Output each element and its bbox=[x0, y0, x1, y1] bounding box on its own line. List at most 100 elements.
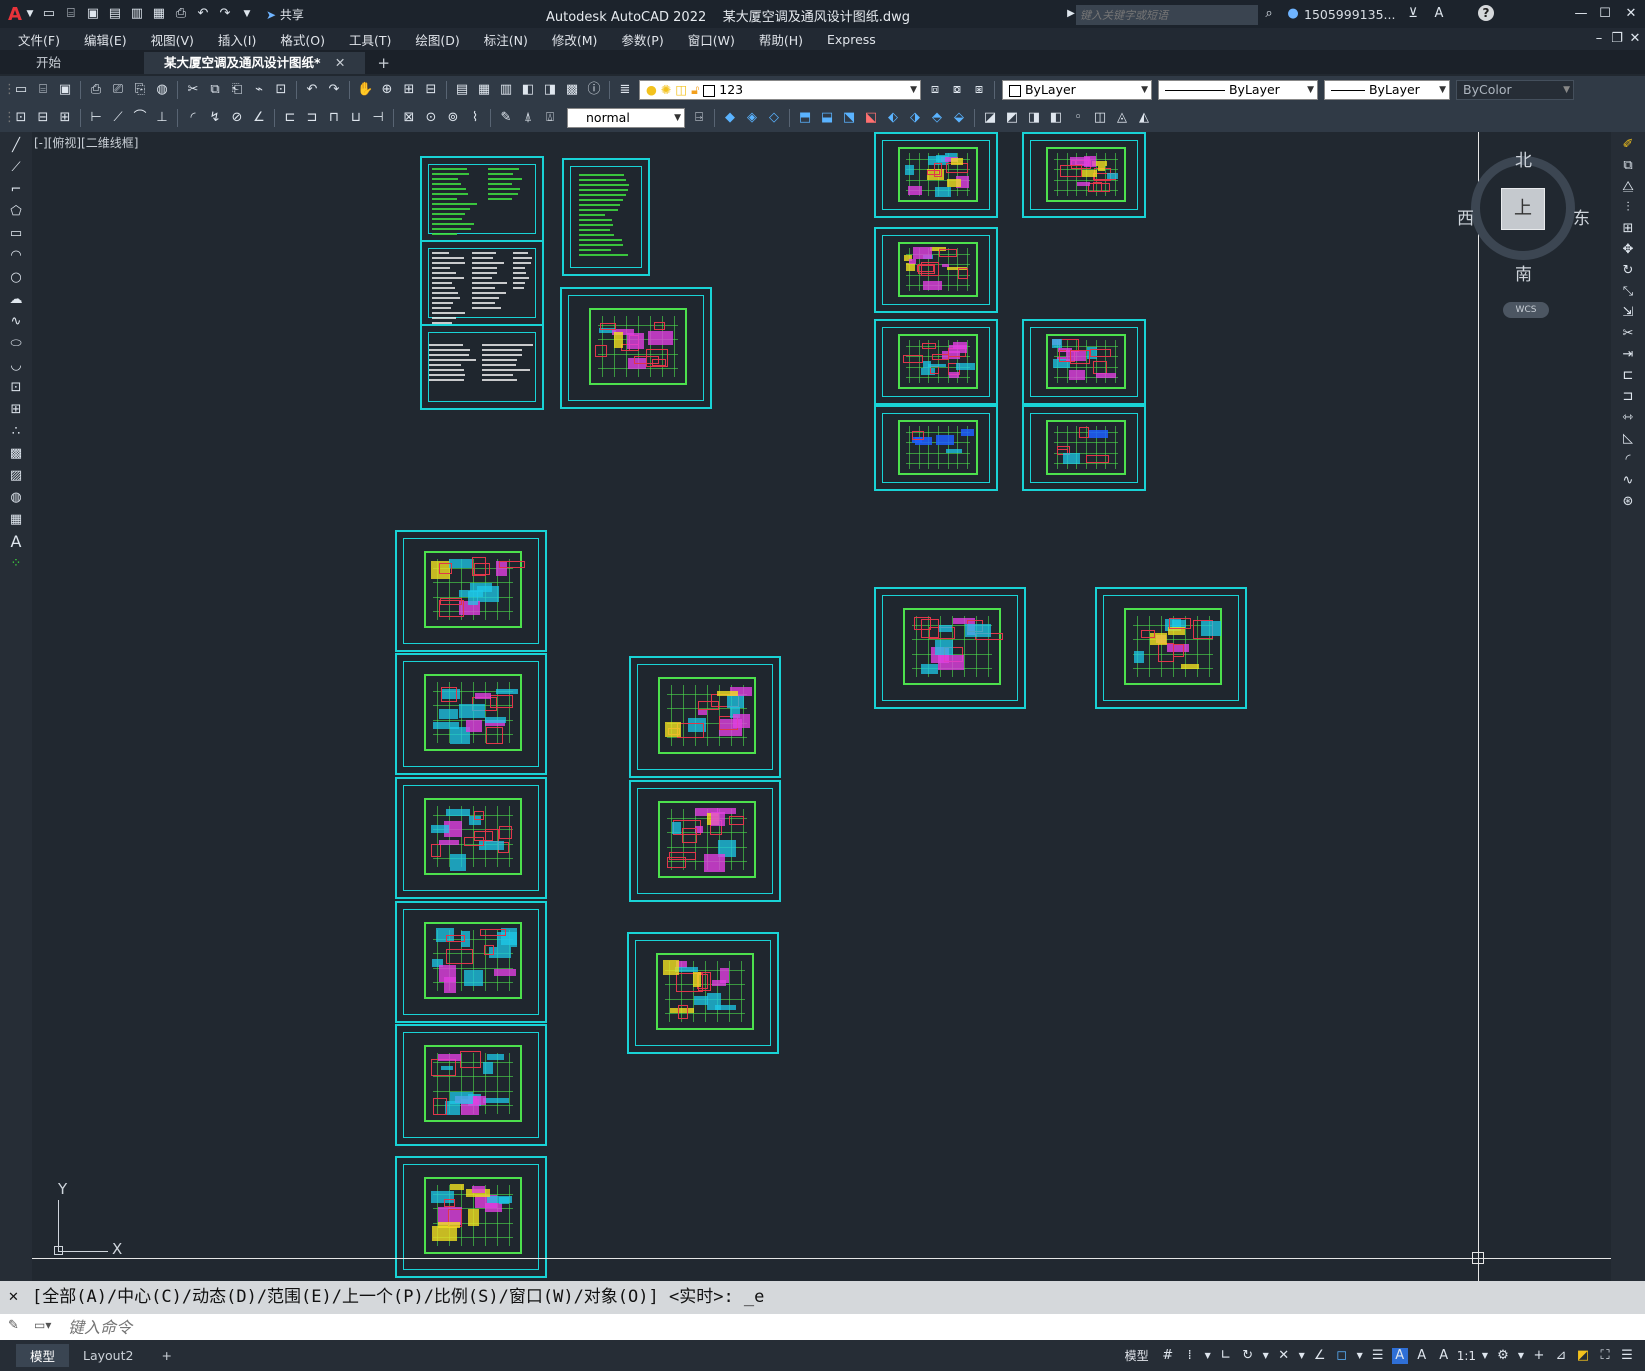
viewport-controls[interactable]: [-][俯视][二维线框] bbox=[34, 134, 138, 151]
grid-icon[interactable]: # bbox=[1160, 1348, 1176, 1364]
drawing-sheet[interactable] bbox=[395, 653, 547, 775]
tab-document[interactable]: 某大厦空调及通风设计图纸* ✕ bbox=[144, 52, 366, 74]
move-icon[interactable]: ✥ bbox=[1620, 242, 1636, 258]
plot-preview-icon[interactable]: ⎚ bbox=[110, 82, 126, 98]
tolerance-icon[interactable]: ⊠ bbox=[401, 110, 417, 126]
open-folder-icon[interactable]: ⌸ bbox=[63, 6, 79, 22]
dim-update-icon[interactable]: ⍍ bbox=[542, 110, 558, 126]
workspace-gear-icon[interactable]: ⚙ bbox=[1495, 1348, 1511, 1364]
union-icon[interactable]: ⬔ bbox=[841, 110, 857, 126]
help-button[interactable]: ? bbox=[1478, 5, 1494, 21]
cart-icon[interactable]: ⊻ bbox=[1405, 6, 1421, 22]
linetype-dropdown[interactable]: ByLayer ▼ bbox=[1158, 80, 1318, 100]
slice-icon[interactable]: ⬗ bbox=[907, 110, 923, 126]
jogged-linear-icon[interactable]: ⌇ bbox=[467, 110, 483, 126]
open-icon[interactable]: ⌸ bbox=[35, 82, 51, 98]
menu-edit[interactable]: 编辑(E) bbox=[72, 30, 139, 49]
command-prompt-icon[interactable]: ▭▾ bbox=[34, 1318, 51, 1332]
menu-tools[interactable]: 工具(T) bbox=[337, 30, 403, 49]
sheet-set-icon[interactable]: ◧ bbox=[520, 82, 536, 98]
explode-icon[interactable]: ⊛ bbox=[1620, 494, 1636, 510]
pan-icon[interactable]: ✋ bbox=[357, 82, 373, 98]
compass-west[interactable]: 西 bbox=[1457, 204, 1474, 229]
save-icon[interactable]: ▣ bbox=[85, 6, 101, 22]
face-extrude-icon[interactable]: ◪ bbox=[982, 110, 998, 126]
layout-tab-model[interactable]: 模型 bbox=[16, 1344, 70, 1367]
table-icon[interactable]: ▦ bbox=[8, 512, 24, 528]
fullscreen-icon[interactable]: ⛶ bbox=[1597, 1348, 1613, 1364]
tab-close-icon[interactable]: ✕ bbox=[335, 55, 345, 70]
units-icon[interactable]: ⊿ bbox=[1553, 1348, 1569, 1364]
maximize-icon[interactable]: ☐ bbox=[1597, 6, 1613, 22]
doc-close-icon[interactable]: ✕ bbox=[1627, 31, 1643, 47]
new-tab-button[interactable]: + bbox=[365, 52, 402, 74]
face-offset-icon[interactable]: ◨ bbox=[1026, 110, 1042, 126]
scale-icon[interactable]: ⤡ bbox=[1620, 284, 1636, 300]
doc-restore-icon[interactable]: ❐ bbox=[1609, 31, 1625, 47]
zoom-realtime-icon[interactable]: ⊕ bbox=[379, 82, 395, 98]
add-selected-icon[interactable]: ⁘ bbox=[8, 556, 24, 572]
subtract-icon[interactable]: ⬕ bbox=[863, 110, 879, 126]
solid-cone-icon[interactable]: ◇ bbox=[766, 110, 782, 126]
add-scale-icon[interactable]: + bbox=[1531, 1348, 1547, 1364]
menu-draw[interactable]: 绘图(D) bbox=[403, 30, 471, 49]
stretch-icon[interactable]: ⇲ bbox=[1620, 305, 1636, 321]
angular-dim-icon[interactable]: ∠ bbox=[251, 110, 267, 126]
continue-dim-icon[interactable]: ⊓ bbox=[326, 110, 342, 126]
annotation-scale-value[interactable]: 1:1 bbox=[1457, 1349, 1476, 1363]
spline-icon[interactable]: ∿ bbox=[8, 314, 24, 330]
gradient-icon[interactable]: ▨ bbox=[8, 468, 24, 484]
polyline-icon[interactable]: ⌐ bbox=[8, 182, 24, 198]
properties-icon[interactable]: ▤ bbox=[454, 82, 470, 98]
close-icon[interactable]: ✕ bbox=[1623, 6, 1639, 22]
copy-icon[interactable]: ⧉ bbox=[207, 82, 223, 98]
add-layout-button[interactable]: + bbox=[147, 1346, 185, 1365]
dim-break-icon[interactable]: ⊣ bbox=[370, 110, 386, 126]
drawing-sheet[interactable] bbox=[627, 932, 779, 1054]
menu-modify[interactable]: 修改(M) bbox=[540, 30, 610, 49]
cut-icon[interactable]: ✂ bbox=[185, 82, 201, 98]
wcs-menu[interactable]: WCS bbox=[1503, 302, 1549, 318]
dim-edit-icon[interactable]: ✎ bbox=[498, 110, 514, 126]
customize-icon[interactable]: ▼ bbox=[239, 6, 255, 22]
help-circle-icon[interactable]: ⓘ bbox=[586, 82, 602, 98]
menu-window[interactable]: 窗口(W) bbox=[676, 30, 747, 49]
drawing-sheet[interactable] bbox=[874, 132, 998, 218]
search-input[interactable] bbox=[1076, 5, 1258, 25]
ellipse-icon[interactable]: ⬭ bbox=[8, 336, 24, 352]
offset-icon[interactable]: ⫶ bbox=[1620, 200, 1636, 216]
drawing-sheet[interactable] bbox=[395, 901, 547, 1023]
construction-line-icon[interactable]: ⟋ bbox=[8, 160, 24, 176]
save-icon[interactable]: ▣ bbox=[57, 82, 73, 98]
layer-previous-icon[interactable]: ⧇ bbox=[949, 82, 965, 98]
viewcube[interactable]: 上 北 南 东 西 bbox=[1457, 146, 1590, 285]
chevron-down-icon[interactable]: ▼ bbox=[1298, 1348, 1306, 1364]
minimize-icon[interactable]: — bbox=[1573, 6, 1589, 22]
menu-parameter[interactable]: 参数(P) bbox=[609, 30, 675, 49]
polar-icon[interactable]: ↻ bbox=[1240, 1348, 1256, 1364]
compass-north[interactable]: 北 bbox=[1515, 146, 1532, 171]
imprint-icon[interactable]: ◬ bbox=[1114, 110, 1130, 126]
face-rotate-icon[interactable]: ◦ bbox=[1070, 110, 1086, 126]
user-name[interactable]: 1505999135... bbox=[1304, 7, 1395, 22]
menu-file[interactable]: 文件(F) bbox=[6, 30, 72, 49]
revolve-icon[interactable]: ⬓ bbox=[819, 110, 835, 126]
line-icon[interactable]: ╱ bbox=[8, 138, 24, 154]
polygon-icon[interactable]: ⬠ bbox=[8, 204, 24, 220]
face-delete-icon[interactable]: ◧ bbox=[1048, 110, 1064, 126]
dim-text-edit-icon[interactable]: ⍋ bbox=[520, 110, 536, 126]
app-menu-button[interactable]: A bbox=[8, 4, 22, 25]
arc-length-icon[interactable]: ⌒ bbox=[132, 110, 148, 126]
separate-icon[interactable]: ◭ bbox=[1136, 110, 1152, 126]
drawing-sheet[interactable] bbox=[874, 227, 998, 313]
share-button[interactable]: ➤ 共享 bbox=[266, 6, 304, 23]
ortho-icon[interactable]: ∟ bbox=[1218, 1348, 1234, 1364]
intersect-icon[interactable]: ⬖ bbox=[885, 110, 901, 126]
plotstyle-dropdown[interactable]: ByColor ▼ bbox=[1456, 80, 1574, 100]
layout-tab-layout2[interactable]: Layout2 bbox=[69, 1346, 147, 1365]
dim-space-icon[interactable]: ⊔ bbox=[348, 110, 364, 126]
rectangle-icon[interactable]: ▭ bbox=[8, 226, 24, 242]
quick-properties-icon[interactable]: ◩ bbox=[1575, 1348, 1591, 1364]
menu-insert[interactable]: 插入(I) bbox=[206, 30, 268, 49]
diameter-dim-icon[interactable]: ⊘ bbox=[229, 110, 245, 126]
